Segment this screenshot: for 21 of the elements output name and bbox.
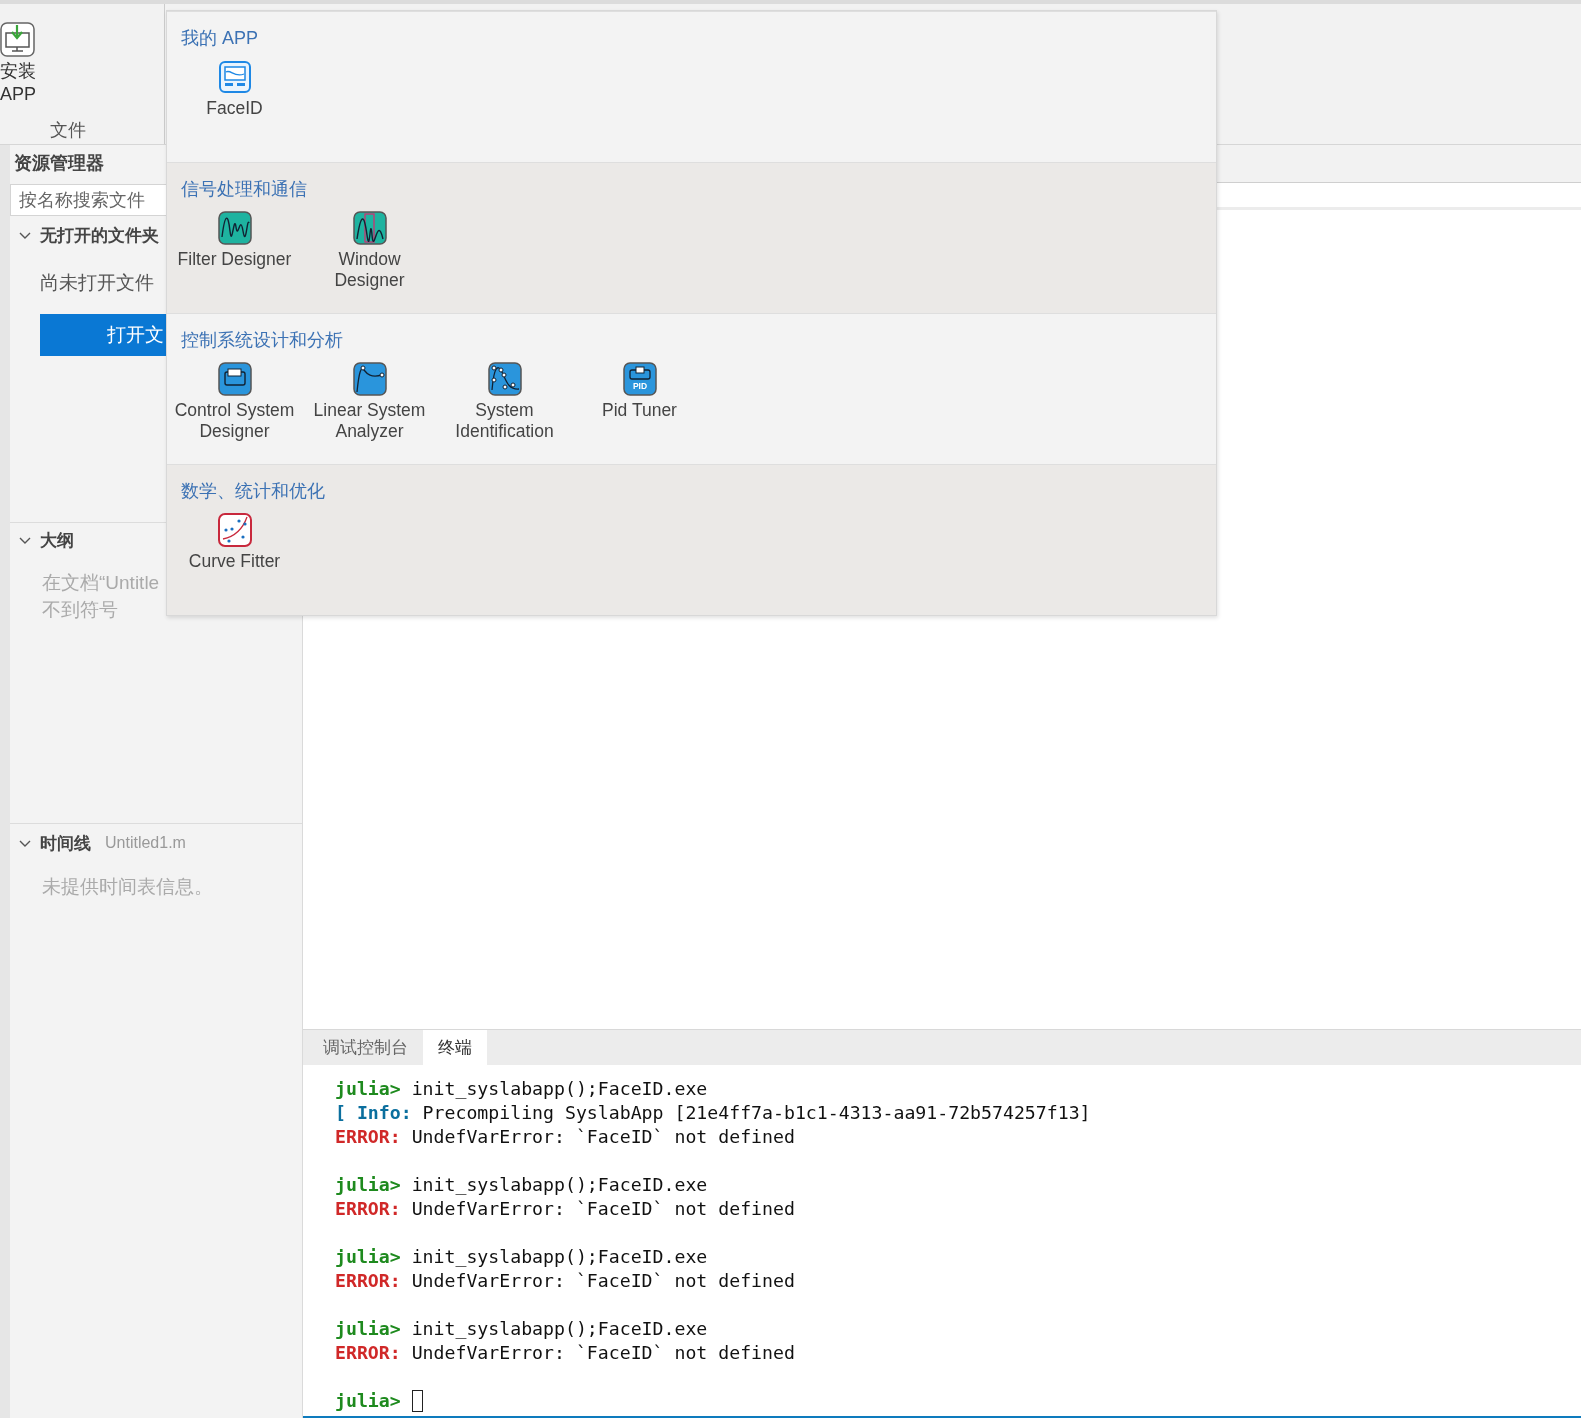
- terminal-line: ERROR: UndefVarError: `FaceID` not defined: [335, 1269, 796, 1293]
- terminal-line: julia> init_syslabapp();FaceID.exe: [335, 1317, 709, 1341]
- terminal-prompt: julia>: [335, 1389, 401, 1413]
- terminal-line: julia> init_syslabapp();FaceID.exe: [335, 1245, 709, 1269]
- explorer-title: 资源管理器: [13, 152, 105, 175]
- block-icon: PID: [622, 362, 657, 396]
- group-label: 文件: [48, 119, 87, 142]
- outline-message: 不到符号: [41, 598, 119, 622]
- file-name: Untitled1.m: [105, 834, 186, 852]
- empty-folder-message: 尚未打开文件: [39, 271, 155, 295]
- terminal-line: [ Info: Precompiling SyslabApp [21e4ff7a-b1c1-4313-aa91-72b574257f13]: [335, 1101, 1092, 1125]
- terminal-line: julia> init_syslabapp();FaceID.exe: [335, 1077, 709, 1101]
- terminal-line: ERROR: UndefVarError: `FaceID` not defined: [335, 1341, 796, 1365]
- category-title: 数学、统计和优化: [180, 480, 326, 503]
- terminal-line: julia> init_syslabapp();FaceID.exe: [335, 1173, 709, 1197]
- category-title: 我的 APP: [180, 27, 260, 50]
- terminal-line: ERROR: UndefVarError: `FaceID` not defined: [335, 1125, 796, 1149]
- outline-message: 在文档“Untitle: [41, 571, 161, 595]
- category-title: 控制系统设计和分析: [180, 329, 344, 352]
- terminal-line: ERROR: UndefVarError: `FaceID` not defined: [335, 1197, 796, 1221]
- timeline-message: 未提供时间表信息。: [41, 875, 214, 899]
